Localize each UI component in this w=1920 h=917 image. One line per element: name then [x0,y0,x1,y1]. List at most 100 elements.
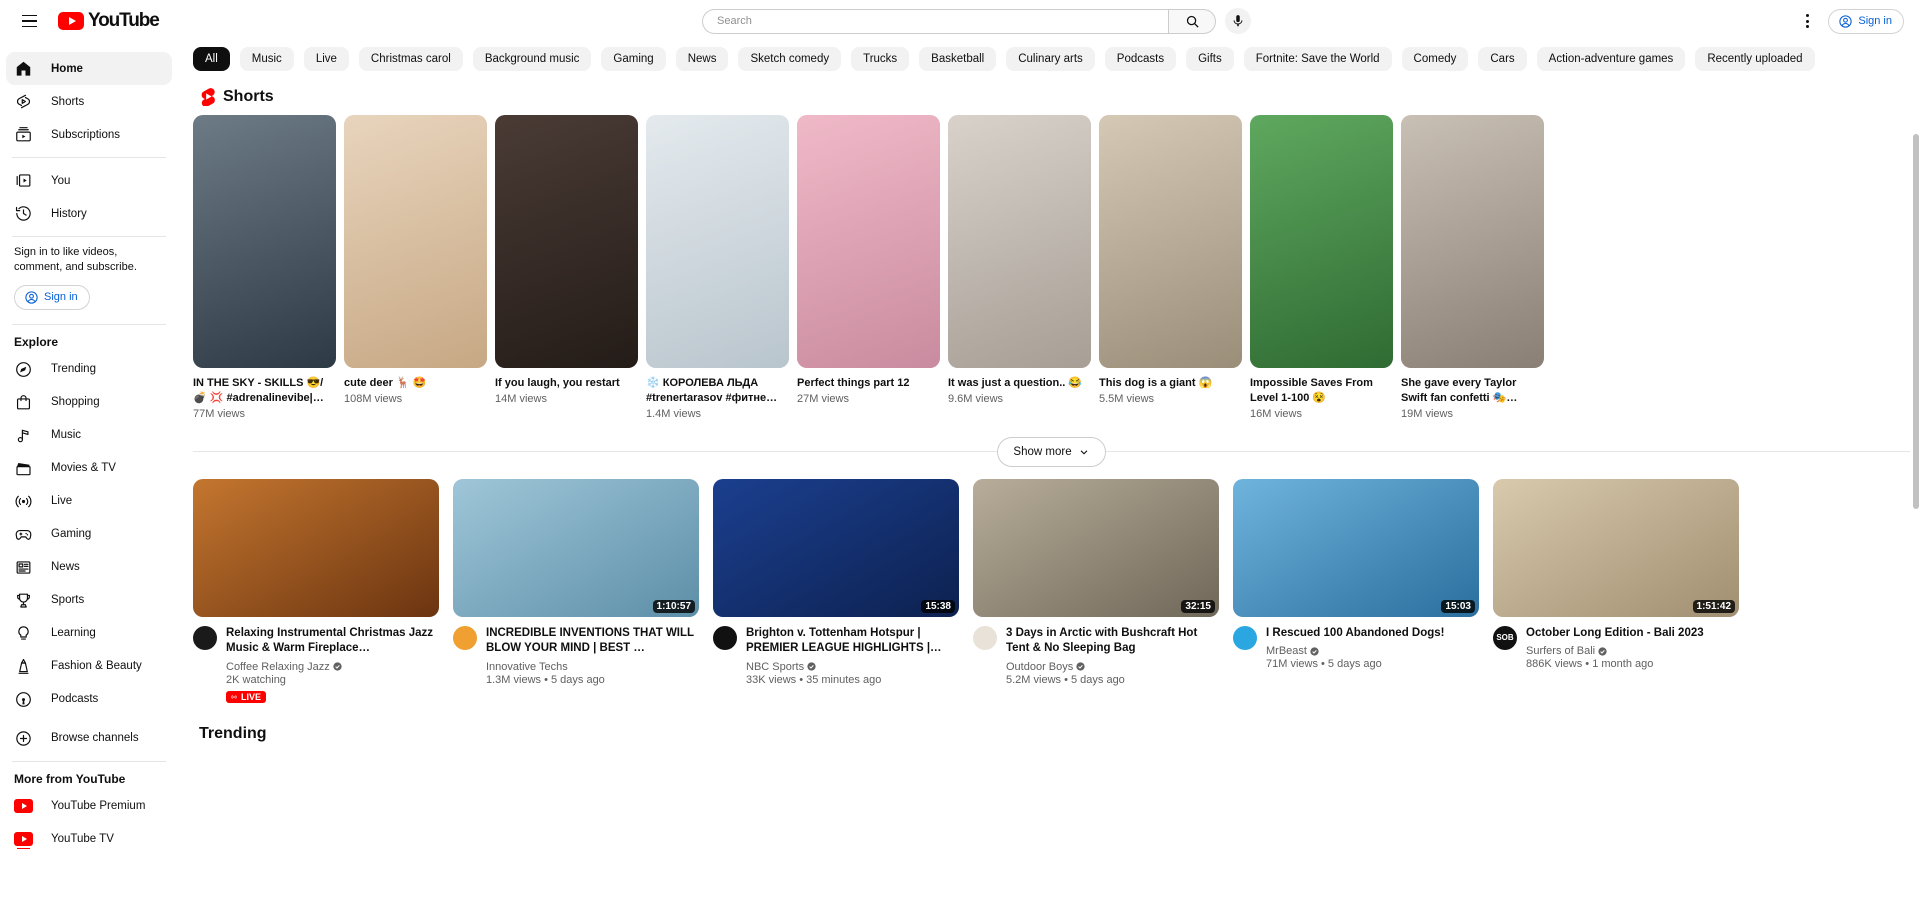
sidebar-item-news[interactable]: News [6,551,172,584]
shorts-card[interactable]: Impossible Saves From Level 1-100 😵 16M v… [1250,115,1393,420]
search-input-box[interactable] [702,8,1169,34]
filter-chip[interactable]: Fortnite: Save the World [1243,47,1392,71]
search-button[interactable] [1168,8,1217,34]
sidebar-item-trending[interactable]: Trending [6,353,172,386]
channel-avatar[interactable]: SOB [1493,625,1517,650]
shorts-thumbnail[interactable] [495,115,638,368]
video-card[interactable]: 15:38 Brighton v. Tottenham Hotspur | PRE… [713,478,959,706]
sidebar-item-learning[interactable]: Learning [6,617,172,650]
video-text-column: INCREDIBLE INVENTIONS THAT WILL BLOW YOU… [486,626,699,686]
channel-name-row[interactable]: MrBeast [1266,645,1479,657]
sidebar-sign-in-button[interactable]: Sign in [14,284,90,310]
sign-in-button[interactable]: Sign in [1828,8,1904,34]
shorts-card[interactable]: It was just a question.. 😂 9.6M views [948,115,1091,420]
video-card[interactable]: Relaxing Instrumental Christmas Jazz Mus… [193,478,439,706]
shorts-thumbnail[interactable] [1099,115,1242,368]
shorts-card[interactable]: This dog is a giant 😱 5.5M views [1099,115,1242,420]
sidebar-item-podcasts[interactable]: Podcasts [6,683,172,716]
channel-name-row[interactable]: NBC Sports [746,661,959,673]
sidebar-item-you[interactable]: You [6,164,172,197]
voice-search-button[interactable] [1225,8,1252,34]
shorts-thumbnail[interactable] [1401,115,1544,368]
filter-chip[interactable]: Trucks [851,47,910,71]
channel-avatar[interactable] [973,625,997,650]
filter-chip[interactable]: Gifts [1186,47,1234,71]
sidebar-item-shorts[interactable]: Shorts [6,85,172,118]
shorts-thumbnail[interactable] [646,115,789,368]
channel-avatar[interactable] [453,625,477,650]
video-thumbnail[interactable] [193,478,439,617]
guide-menu-icon[interactable] [14,6,44,36]
sidebar-item-history[interactable]: History [6,197,172,230]
filter-chip-bar[interactable]: All Music Live Christmas carol Background mu… [178,42,1920,76]
shorts-thumbnail[interactable] [1250,115,1393,368]
page-scrollbar[interactable] [1912,42,1920,917]
filter-chip[interactable]: News [675,47,729,71]
sidebar-item-movies-tv[interactable]: Movies & TV [6,452,172,485]
video-card[interactable]: 15:03 I Rescued 100 Abandoned Dogs! MrBeas… [1233,478,1479,706]
channel-name-row[interactable]: Innovative Techs [486,661,699,673]
video-thumbnail[interactable]: 1:10:57 [453,478,699,617]
settings-menu-icon[interactable] [1794,8,1820,34]
sidebar-item-home[interactable]: Home [6,52,172,85]
video-card[interactable]: 1:10:57 INCREDIBLE INVENTIONS THAT WILL B… [453,478,699,706]
video-thumbnail[interactable]: 15:03 [1233,478,1479,617]
video-card[interactable]: 1:51:42 SOB October Long Edition - Bali 20… [1493,478,1739,706]
video-thumbnail[interactable]: 15:38 [713,478,959,617]
filter-chip[interactable]: Gaming [601,47,666,71]
sidebar-item-gaming[interactable]: Gaming [6,518,172,551]
filter-chip[interactable]: Culinary arts [1006,47,1095,71]
shorts-card[interactable]: cute deer 🦌 🤩 108M views [344,115,487,420]
sidebar-item-sports[interactable]: Sports [6,584,172,617]
sidebar-item-youtube-tv[interactable]: YouTube TV [6,823,172,856]
video-card[interactable]: 32:15 3 Days in Arctic with Bushcraft Hot… [973,478,1219,706]
video-meta: Brighton v. Tottenham Hotspur | PREMIER … [713,625,959,686]
filter-chip[interactable]: Podcasts [1104,47,1177,71]
filter-chip[interactable]: Recently uploaded [1695,47,1815,71]
filter-chip[interactable]: Music [239,47,294,71]
filter-chip[interactable]: Comedy [1401,47,1469,71]
shorts-thumbnail[interactable] [797,115,940,368]
filter-chip[interactable]: Basketball [919,47,997,71]
filter-chip[interactable]: Sketch comedy [738,47,842,71]
divider-left [193,451,998,453]
shorts-thumbnail[interactable] [948,115,1091,368]
sidebar-item-music[interactable]: Music [6,419,172,452]
sidebar-item-youtube-premium[interactable]: YouTube Premium [6,790,172,823]
sidebar[interactable]: Home Shorts Subscriptions You History Si… [0,42,178,917]
shorts-thumbnail[interactable] [193,115,336,368]
filter-chip[interactable]: Live [303,47,349,71]
show-more-button[interactable]: Show more [997,436,1106,467]
youtube-logo[interactable]: YouTube [54,10,160,32]
shorts-card[interactable]: Perfect things part 12 27M views [797,115,940,420]
filter-chip[interactable]: Action-adventure games [1536,47,1686,71]
search-input[interactable] [717,15,1169,27]
live-label: LIVE [241,691,262,702]
channel-name-row[interactable]: Surfers of Bali [1526,645,1739,657]
sidebar-item-shopping[interactable]: Shopping [6,386,172,419]
shorts-card[interactable]: IN THE SKY - SKILLS 😎/ 💣 💢 #adrenalinevi… [193,115,336,420]
channel-name-row[interactable]: Outdoor Boys [1006,661,1219,673]
video-text-column: October Long Edition - Bali 2023 Surfers … [1526,626,1739,671]
sidebar-item-live[interactable]: Live [6,485,172,518]
channel-name-row[interactable]: Coffee Relaxing Jazz [226,661,439,673]
scrollbar-thumb[interactable] [1913,134,1919,509]
shorts-card[interactable]: ❄️ КОРОЛЕВА ЛЬДА #trenertarasov #фитне… 1… [646,115,789,420]
news-icon [14,558,33,577]
sidebar-item-fashion-beauty[interactable]: Fashion & Beauty [6,650,172,683]
sidebar-item-browse-channels[interactable]: Browse channels [6,722,172,755]
shorts-card[interactable]: If you laugh, you restart 14M views [495,115,638,420]
sidebar-item-subscriptions[interactable]: Subscriptions [6,118,172,151]
video-duration: 15:03 [1441,599,1475,613]
shorts-thumbnail[interactable] [344,115,487,368]
video-thumbnail[interactable]: 1:51:42 [1493,478,1739,617]
shorts-card[interactable]: She gave every Taylor Swift fan confetti… [1401,115,1544,420]
filter-chip[interactable]: Cars [1478,47,1527,71]
filter-chip[interactable]: All [193,47,230,71]
channel-avatar[interactable] [1233,625,1257,650]
filter-chip[interactable]: Background music [472,47,592,71]
filter-chip[interactable]: Christmas carol [358,47,463,71]
video-thumbnail[interactable]: 32:15 [973,478,1219,617]
channel-avatar[interactable] [193,625,217,650]
channel-avatar[interactable] [713,625,737,650]
